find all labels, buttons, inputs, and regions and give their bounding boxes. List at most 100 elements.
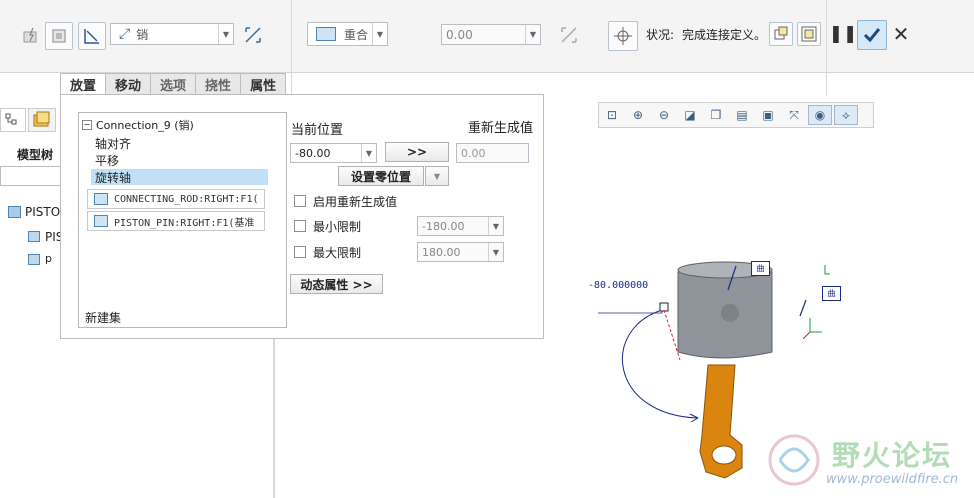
chevron-down-icon: ▼: [488, 243, 503, 261]
offset-input[interactable]: 0.00 ▼: [441, 24, 541, 45]
reference-connecting-rod-label: CONNECTING_ROD:RIGHT:F1(: [114, 193, 259, 205]
view-toolbar: ⊡ ⊕ ⊖ ◪ ❒ ▤ ▣ ⤧ ◉ ⟡: [598, 102, 874, 128]
new-set-link[interactable]: 新建集: [85, 309, 121, 325]
assembly-icon: [8, 206, 21, 218]
chevron-down-icon: ▼: [372, 23, 387, 45]
tab-flexibility[interactable]: 挠性: [195, 73, 242, 94]
csys-triad-icon: [824, 265, 830, 275]
watermark-logo-icon: [768, 434, 820, 486]
pin-icon: ⤢: [119, 26, 131, 42]
display-style-icon[interactable]: ❒: [704, 105, 728, 125]
chevron-down-icon: ▼: [361, 144, 376, 162]
min-limit-value: -180.00: [422, 219, 465, 233]
model-tree-panel: 模型树 PISTO PIS p: [0, 96, 63, 498]
tree-item-pin[interactable]: p: [45, 252, 52, 265]
folder-tab-icon[interactable]: [28, 108, 56, 132]
connection-type-select[interactable]: ⤢ 销 ▼: [110, 23, 234, 45]
csys-triad-icon: [809, 318, 822, 333]
assembly-window-icon[interactable]: [797, 22, 821, 46]
axis-tag[interactable]: 曲: [822, 286, 841, 301]
chevron-down-icon: ▼: [218, 24, 233, 44]
csys-triad-axis: [802, 331, 811, 340]
tab-placement[interactable]: 放置: [60, 73, 107, 95]
drag-handle[interactable]: [659, 302, 669, 312]
spin-center-icon[interactable]: ⟡: [834, 105, 858, 125]
axis-arrow: [799, 299, 807, 317]
min-limit-label: 最小限制: [313, 220, 362, 234]
watermark-brand: 野火论坛: [832, 439, 953, 472]
dashboard-divider: [291, 0, 292, 96]
reference-piston-pin[interactable]: PISTON_PIN:RIGHT:F1(基准: [87, 211, 265, 231]
rod-big-end-hole: [711, 445, 737, 465]
current-position-label: 当前位置: [291, 123, 344, 138]
copy-position-button[interactable]: >>: [385, 142, 449, 162]
datum-plane-icon: [94, 215, 108, 227]
watermark-url: www.proewildfire.cn: [826, 472, 959, 487]
separate-window-icon[interactable]: [769, 22, 793, 46]
chevron-down-icon: ▼: [525, 25, 540, 44]
connection-dashboard: ⤢ 销 ▼ 重合 ▼ 0.00 ▼ 状况: 完成连接定义。 ❚❚ ✕: [0, 0, 974, 96]
collapse-icon[interactable]: −: [82, 120, 92, 130]
enable-regen-label: 启用重新生成值: [313, 195, 398, 209]
connection-node[interactable]: − Connection_9 (销): [82, 117, 194, 133]
refit-icon[interactable]: ⊡: [600, 105, 624, 125]
confirm-icon[interactable]: [857, 20, 887, 50]
enable-regen-checkbox[interactable]: [294, 195, 306, 207]
model-tree-tab-icon[interactable]: [0, 108, 26, 132]
offset-value: 0.00: [446, 27, 473, 42]
zoom-in-icon[interactable]: ⊕: [626, 105, 650, 125]
tree-root-item[interactable]: PISTO: [25, 205, 60, 219]
dashboard-tabs: 放置 移动 选项 挠性 属性: [60, 73, 287, 95]
set-rotation-axis[interactable]: 旋转轴: [91, 169, 268, 185]
max-limit-value: 180.00: [422, 245, 461, 259]
status-label: 状况:: [646, 28, 675, 42]
model-tree-search[interactable]: [0, 166, 60, 186]
dynamic-properties-button[interactable]: 动态属性 >>: [290, 274, 383, 294]
placement-panel: − Connection_9 (销) 轴对齐 平移 旋转轴 CONNECTING…: [60, 94, 544, 339]
part-icon: [28, 254, 40, 265]
constraint-type-select[interactable]: 重合 ▼: [307, 22, 388, 46]
coincident-icon: [316, 27, 336, 41]
current-position-input[interactable]: -80.00 ▼: [290, 143, 377, 163]
dimension-value[interactable]: -80.000000: [588, 280, 648, 291]
max-limit-checkbox[interactable]: [294, 246, 306, 258]
part-icon: [28, 231, 40, 242]
reference-connecting-rod[interactable]: CONNECTING_ROD:RIGHT:F1(: [87, 189, 265, 209]
mechanism-snapshot-icon[interactable]: [17, 22, 43, 48]
view-manager-icon[interactable]: ▣: [756, 105, 780, 125]
tab-move[interactable]: 移动: [105, 73, 152, 94]
pause-icon[interactable]: ❚❚: [829, 21, 858, 47]
dimension-leader: [598, 306, 663, 314]
min-limit-checkbox[interactable]: [294, 220, 306, 232]
current-position-value: -80.00: [295, 146, 331, 160]
dashboard-divider: [826, 0, 827, 96]
connection-set-list[interactable]: − Connection_9 (销) 轴对齐 平移 旋转轴 CONNECTING…: [78, 112, 287, 328]
model-tree-title: 模型树: [17, 148, 54, 162]
repaint-icon[interactable]: ◪: [678, 105, 702, 125]
connection-name: Connection_9 (销): [96, 119, 194, 132]
regen-value-label: 重新生成值: [468, 121, 534, 136]
datum-display-icon[interactable]: ⤧: [782, 105, 806, 125]
status-text: 完成连接定义。: [682, 28, 767, 42]
max-limit-input[interactable]: 180.00 ▼: [417, 242, 504, 262]
min-limit-input[interactable]: -180.00 ▼: [417, 216, 504, 236]
connection-type-icon[interactable]: [78, 22, 106, 50]
datum-plane-icon: [94, 193, 108, 205]
chevron-down-icon[interactable]: ▼: [425, 166, 449, 186]
set-axis-align[interactable]: 轴对齐: [95, 135, 131, 151]
placement-icon[interactable]: [45, 22, 73, 50]
set-zero-position-button[interactable]: 设置零位置: [338, 166, 424, 186]
tab-options[interactable]: 选项: [150, 73, 197, 94]
flip-offset-icon[interactable]: [556, 22, 582, 48]
max-limit-label: 最大限制: [313, 246, 362, 260]
cancel-icon[interactable]: ✕: [888, 21, 914, 47]
axis-tag[interactable]: 曲: [751, 261, 770, 276]
regen-value-input[interactable]: 0.00: [456, 143, 529, 163]
tab-properties[interactable]: 属性: [240, 73, 287, 94]
saved-views-icon[interactable]: ▤: [730, 105, 754, 125]
flip-icon[interactable]: [240, 22, 266, 48]
set-translation[interactable]: 平移: [95, 152, 119, 168]
drag-components-icon[interactable]: [608, 21, 638, 51]
zoom-out-icon[interactable]: ⊖: [652, 105, 676, 125]
annotation-display-icon[interactable]: ◉: [808, 105, 832, 125]
